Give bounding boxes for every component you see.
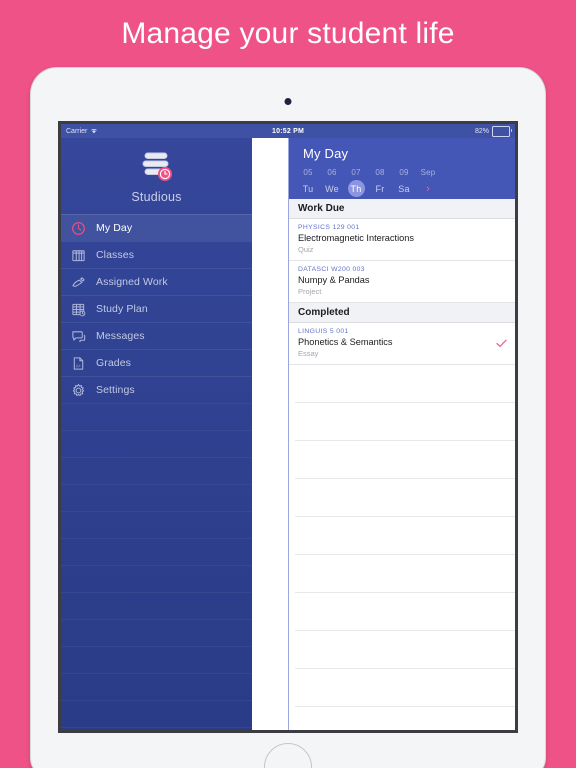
sidebar-item-label: Assigned Work: [96, 276, 168, 288]
list-item: [295, 669, 515, 707]
calendar-grid-icon: [72, 303, 86, 316]
battery-icon: [492, 125, 512, 137]
promo-headline: Manage your student life: [121, 17, 455, 50]
list-item: [295, 555, 515, 593]
date-strip-days: Tu We Th Fr Sa ›: [296, 180, 440, 197]
writing-hand-icon: [72, 276, 85, 287]
carrier-label: Carrier: [66, 127, 88, 135]
app-name: Studious: [131, 190, 182, 204]
page-title: My Day: [303, 146, 349, 161]
list-item: [295, 403, 515, 441]
task-title: Phonetics & Semantics: [298, 337, 393, 347]
day-tab-sa[interactable]: Sa: [392, 180, 416, 197]
month-label: Sep: [420, 168, 436, 177]
task-title: Numpy & Pandas: [298, 275, 370, 285]
date-number: 09: [399, 168, 409, 177]
date-number: 08: [375, 168, 385, 177]
books-clock-logo-icon: [142, 152, 172, 181]
sidebar-item-label: Settings: [96, 384, 135, 396]
task-type: Project: [298, 287, 322, 296]
status-bar-right: 82%: [474, 125, 512, 137]
date-number: 06: [327, 168, 337, 177]
gear-icon: [72, 383, 85, 396]
day-tab-th[interactable]: Th: [344, 180, 368, 197]
sidebar-item-assigned-work[interactable]: Assigned Work: [61, 268, 252, 295]
list-item: [295, 479, 515, 517]
front-camera-icon: [284, 98, 292, 105]
task-course: PHYSICS 129 001: [298, 224, 360, 231]
task-title: Electromagnetic Interactions: [298, 233, 414, 243]
content-panel: My Day 05 06 07 08 09 Sep Tu We Th Fr Sa…: [288, 138, 515, 730]
day-tab-we[interactable]: We: [320, 180, 344, 197]
task-list: Work Due PHYSICS 129 001 Electromagnetic…: [289, 199, 515, 730]
list-item: [295, 707, 515, 730]
sidebar-item-messages[interactable]: Messages: [61, 322, 252, 349]
chat-bubble-icon: [72, 330, 86, 342]
day-tab-fr[interactable]: Fr: [368, 180, 392, 197]
task-course: LINGUIS 5 001: [298, 328, 349, 335]
sidebar-filler: [61, 403, 252, 730]
date-number: 07: [351, 168, 361, 177]
status-bar-time: 10:52 PM: [272, 127, 304, 135]
task-row[interactable]: LINGUIS 5 001 Phonetics & Semantics Essa…: [289, 323, 515, 365]
grade-document-icon: A+: [73, 356, 84, 370]
home-button[interactable]: [264, 743, 312, 768]
sidebar-item-study-plan[interactable]: Study Plan: [61, 295, 252, 322]
sidebar-item-classes[interactable]: Classes: [61, 241, 252, 268]
task-row[interactable]: PHYSICS 129 001 Electromagnetic Interact…: [289, 219, 515, 261]
date-strip-numbers: 05 06 07 08 09 Sep: [296, 168, 440, 177]
tablet-device-frame: Carrier 10:52 PM 82% Studious My Day Cla…: [31, 68, 545, 768]
battery-percent-label: 82%: [474, 127, 489, 135]
date-number: 05: [303, 168, 313, 177]
wifi-icon: [91, 128, 98, 134]
list-item: [295, 517, 515, 555]
list-item: [295, 441, 515, 479]
status-bar-left: Carrier: [66, 128, 98, 135]
sidebar-item-my-day[interactable]: My Day: [61, 214, 252, 241]
task-type: Quiz: [298, 245, 314, 254]
app-brand: Studious: [61, 138, 252, 214]
sidebar-item-label: Study Plan: [96, 303, 148, 315]
list-item: [295, 631, 515, 669]
status-bar: Carrier 10:52 PM 82%: [61, 124, 515, 138]
section-header-completed: Completed: [289, 303, 515, 323]
device-screen: Carrier 10:52 PM 82% Studious My Day Cla…: [61, 124, 515, 730]
task-row[interactable]: DATASCI W200 003 Numpy & Pandas Project: [289, 261, 515, 303]
list-item: [295, 593, 515, 631]
sidebar-item-label: My Day: [96, 222, 133, 234]
sidebar-item-settings[interactable]: Settings: [61, 376, 252, 403]
sidebar-item-grades[interactable]: A+ Grades: [61, 349, 252, 376]
sidebar-nav: My Day Classes Assigned Work Study Plan …: [61, 214, 252, 403]
clock-icon: [72, 221, 85, 235]
task-course: DATASCI W200 003: [298, 266, 365, 273]
sidebar-item-label: Messages: [96, 330, 145, 342]
task-type: Essay: [298, 349, 319, 358]
chevron-right-icon[interactable]: ›: [416, 183, 440, 195]
sidebar-item-label: Grades: [96, 357, 132, 369]
svg-text:A+: A+: [76, 363, 82, 368]
section-header-work-due: Work Due: [289, 199, 515, 219]
books-shelf-icon: [72, 249, 85, 261]
day-tab-tu[interactable]: Tu: [296, 180, 320, 197]
sidebar-item-label: Classes: [96, 249, 135, 261]
panel-header: My Day 05 06 07 08 09 Sep Tu We Th Fr Sa…: [289, 138, 515, 199]
completed-check-icon: [496, 335, 507, 353]
list-item: [295, 365, 515, 403]
sidebar: Studious My Day Classes Assigned Work St…: [61, 138, 252, 730]
